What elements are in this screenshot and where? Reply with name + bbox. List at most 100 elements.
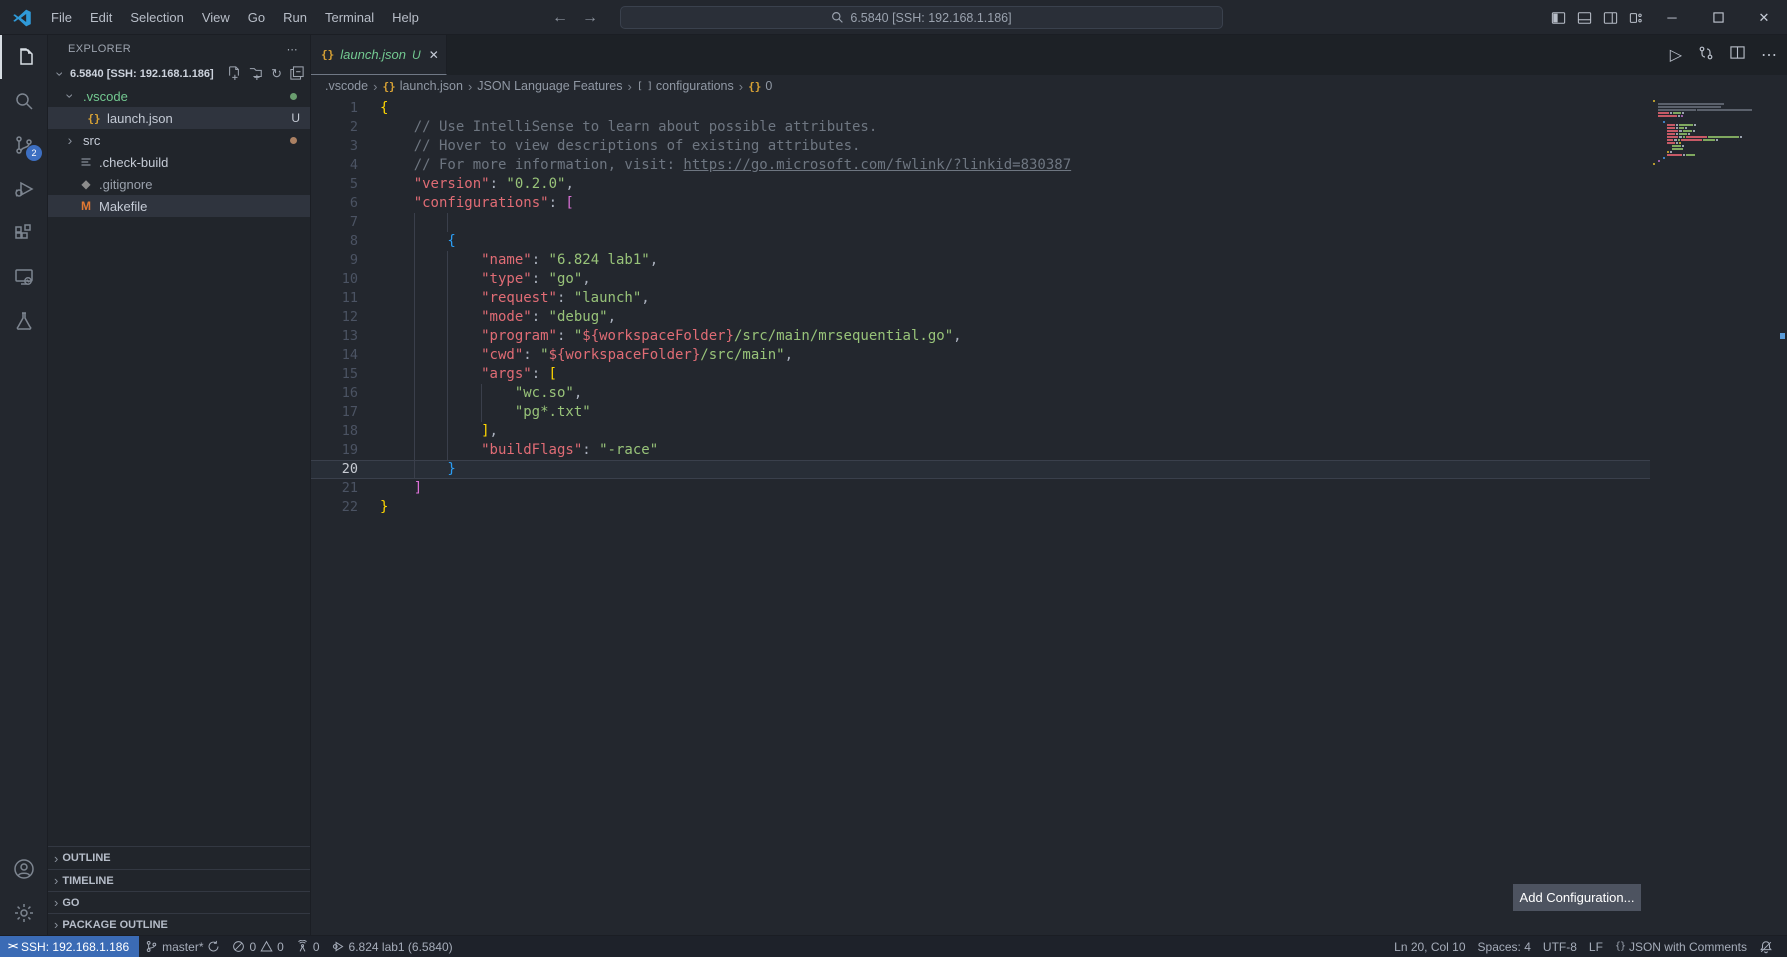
- section-go[interactable]: ›GO: [48, 891, 310, 913]
- split-editor-icon[interactable]: [1730, 45, 1745, 65]
- menu-view[interactable]: View: [193, 5, 239, 31]
- tree-item-vscode[interactable]: ›.vscode: [48, 85, 310, 107]
- token: // Use IntelliSense to learn about possi…: [414, 118, 878, 137]
- tree-item-makefile[interactable]: MMakefile: [48, 195, 310, 217]
- settings-gear-icon[interactable]: [0, 891, 48, 935]
- code-line[interactable]: 8{: [311, 232, 1650, 251]
- tree-item-check-build[interactable]: .check-build: [48, 151, 310, 173]
- menu-terminal[interactable]: Terminal: [316, 5, 383, 31]
- breadcrumb-item-configurations[interactable]: [ ]configurations: [637, 79, 734, 93]
- toggle-sidebar-icon[interactable]: [1545, 11, 1571, 25]
- breadcrumb-item-json-language-features[interactable]: JSON Language Features: [477, 79, 622, 93]
- tree-item-src[interactable]: ›src: [48, 129, 310, 151]
- menu-help[interactable]: Help: [383, 5, 428, 31]
- code-line[interactable]: 9"name": "6.824 lab1",: [311, 251, 1650, 270]
- encoding[interactable]: UTF-8: [1537, 940, 1583, 954]
- breadcrumb-item-launch-json[interactable]: {}launch.json: [382, 79, 463, 93]
- minimap[interactable]: [1652, 100, 1767, 166]
- code-line[interactable]: 4// For more information, visit: https:/…: [311, 156, 1650, 175]
- account-icon[interactable]: [0, 847, 48, 891]
- code-line[interactable]: 10"type": "go",: [311, 270, 1650, 289]
- editor[interactable]: 1{2// Use IntelliSense to learn about po…: [311, 97, 1787, 935]
- code-line[interactable]: 5"version": "0.2.0",: [311, 175, 1650, 194]
- git-branch-item[interactable]: master*: [139, 940, 226, 954]
- breadcrumb-item-vscode[interactable]: .vscode: [325, 79, 368, 93]
- notifications-bell-icon[interactable]: [1753, 940, 1779, 954]
- code-line[interactable]: 2// Use IntelliSense to learn about poss…: [311, 118, 1650, 137]
- code-line[interactable]: 13"program": "${workspaceFolder}/src/mai…: [311, 327, 1650, 346]
- code-line[interactable]: 3// Hover to view descriptions of existi…: [311, 137, 1650, 156]
- section-package-outline[interactable]: ›PACKAGE OUTLINE: [48, 913, 310, 935]
- activity-search[interactable]: [0, 79, 48, 123]
- code-line[interactable]: 7: [311, 213, 1650, 232]
- ports-item[interactable]: 0: [290, 940, 326, 954]
- activity-run-debug[interactable]: [0, 167, 48, 211]
- code-line[interactable]: 18],: [311, 422, 1650, 441]
- code-line[interactable]: 20}: [311, 460, 1650, 479]
- run-button[interactable]: ▷: [1670, 45, 1682, 65]
- command-center-search[interactable]: 6.5840 [SSH: 192.168.1.186]: [620, 6, 1223, 29]
- token: "configurations": [414, 194, 549, 213]
- activity-extensions[interactable]: [0, 211, 48, 255]
- tree-item-gitignore[interactable]: ◆.gitignore: [48, 173, 310, 195]
- debug-config-item[interactable]: 6.824 lab1 (6.5840): [326, 940, 459, 954]
- code-line[interactable]: 11"request": "launch",: [311, 289, 1650, 308]
- menu-go[interactable]: Go: [239, 5, 274, 31]
- cursor-position[interactable]: Ln 20, Col 10: [1388, 940, 1471, 954]
- token: "mode": [481, 308, 532, 327]
- language-mode[interactable]: {} JSON with Comments: [1609, 940, 1753, 954]
- tree-item-launch-json[interactable]: {}launch.jsonU: [48, 107, 310, 129]
- section-outline[interactable]: ›OUTLINE: [48, 847, 310, 869]
- views-more-actions-icon[interactable]: ⋯: [287, 43, 298, 56]
- activity-testing[interactable]: [0, 299, 48, 343]
- problems-item[interactable]: 0 0: [226, 940, 289, 954]
- activity-source-control[interactable]: 2: [0, 123, 48, 167]
- menu-run[interactable]: Run: [274, 5, 316, 31]
- code-line[interactable]: 6"configurations": [: [311, 194, 1650, 213]
- minimap-token: [1679, 124, 1693, 126]
- code-line[interactable]: 17"pg*.txt": [311, 403, 1650, 422]
- indent-guide: [414, 251, 448, 270]
- minimize-button[interactable]: ─: [1649, 0, 1695, 35]
- code-line[interactable]: 21]: [311, 479, 1650, 498]
- code-line[interactable]: 19"buildFlags": "-race": [311, 441, 1650, 460]
- section-timeline[interactable]: ›TIMELINE: [48, 869, 310, 891]
- maximize-button[interactable]: [1695, 0, 1741, 35]
- indentation[interactable]: Spaces: 4: [1472, 940, 1537, 954]
- minimap-token: [1673, 112, 1681, 114]
- eol-sequence[interactable]: LF: [1583, 940, 1609, 954]
- activity-remote-explorer[interactable]: [0, 255, 48, 299]
- remote-indicator[interactable]: >< SSH: 192.168.1.186: [0, 936, 139, 957]
- code-line[interactable]: 22}: [311, 498, 1650, 517]
- toggle-panel-icon[interactable]: [1571, 11, 1597, 25]
- open-changes-icon[interactable]: [1698, 45, 1714, 66]
- toggle-secondary-sidebar-icon[interactable]: [1597, 11, 1623, 25]
- new-folder-icon[interactable]: [249, 66, 263, 83]
- line-content: ]: [380, 479, 422, 498]
- forward-icon[interactable]: →: [582, 9, 598, 27]
- code-line[interactable]: 14"cwd": "${workspaceFolder}/src/main",: [311, 346, 1650, 365]
- code-line[interactable]: 15"args": [: [311, 365, 1650, 384]
- customize-layout-icon[interactable]: [1623, 11, 1649, 25]
- more-actions-icon[interactable]: ⋯: [1761, 45, 1777, 65]
- back-icon[interactable]: ←: [552, 9, 568, 27]
- chevron-right-icon: ›: [54, 917, 58, 932]
- tab-launch-json[interactable]: {} launch.json U ✕: [311, 35, 447, 75]
- menu-selection[interactable]: Selection: [121, 5, 192, 31]
- add-configuration-button[interactable]: Add Configuration...: [1513, 884, 1641, 911]
- new-file-icon[interactable]: [227, 66, 241, 83]
- code-line[interactable]: 16"wc.so",: [311, 384, 1650, 403]
- explorer-section-header[interactable]: › 6.5840 [SSH: 192.168.1.186] ↻: [48, 63, 310, 85]
- code-line[interactable]: 12"mode": "debug",: [311, 308, 1650, 327]
- breadcrumb-item-0[interactable]: {}0: [748, 79, 772, 93]
- minimap-token: [1676, 142, 1678, 144]
- menu-file[interactable]: File: [42, 5, 81, 31]
- refresh-icon[interactable]: ↻: [271, 66, 282, 82]
- close-button[interactable]: ✕: [1741, 0, 1787, 35]
- code-line[interactable]: 1{: [311, 99, 1650, 118]
- tab-label: launch.json: [340, 47, 406, 62]
- tab-close-icon[interactable]: ✕: [429, 48, 439, 62]
- collapse-all-icon[interactable]: [290, 66, 304, 83]
- activity-explorer[interactable]: [0, 35, 48, 79]
- menu-edit[interactable]: Edit: [81, 5, 121, 31]
